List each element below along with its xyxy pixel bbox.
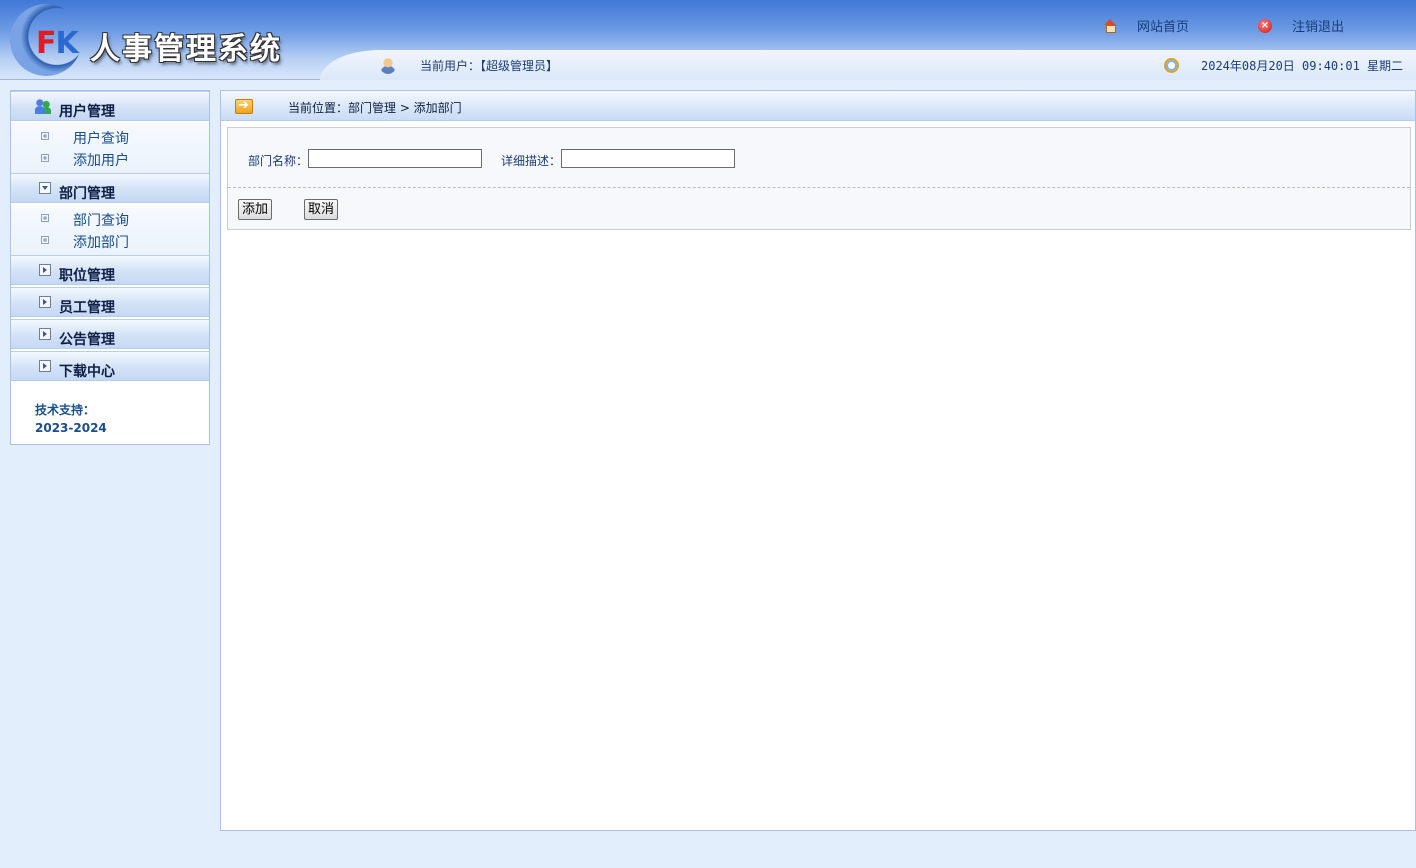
menu-group-label: 公告管理 — [59, 332, 115, 348]
chevron-right-icon — [39, 360, 51, 372]
arrow-right-icon — [235, 98, 253, 114]
sidebar-item-label: 添加部门 — [73, 235, 129, 251]
sidebar-item-add-dept[interactable]: 添加部门 — [11, 229, 209, 251]
dept-desc-label: 详细描述： — [501, 154, 562, 168]
menu-group-departments[interactable]: 部门管理 — [11, 173, 209, 203]
add-button[interactable]: 添加 — [238, 199, 273, 220]
dept-desc-input[interactable] — [561, 149, 735, 168]
bullet-icon — [41, 236, 49, 244]
close-icon: × — [1258, 18, 1272, 33]
main-panel: 当前位置：部门管理 > 添加部门 部门名称： 详细描述： 添加 取消 — [220, 90, 1416, 831]
tech-support-label: 技术支持： — [35, 403, 96, 417]
submenu-departments: 部门查询 添加部门 — [11, 205, 209, 255]
bullet-icon — [41, 154, 49, 162]
logout-link-label: 注销退出 — [1292, 20, 1345, 35]
menu-group-label: 员工管理 — [59, 300, 115, 316]
menu-group-employees[interactable]: 员工管理 — [11, 287, 209, 317]
current-user-info: 当前用户：【超级管理员】 — [380, 57, 558, 74]
user-icon — [380, 57, 396, 74]
bullet-icon — [41, 132, 49, 140]
bullet-icon — [41, 214, 49, 222]
sidebar-item-user-query[interactable]: 用户查询 — [11, 125, 209, 147]
tech-support: 技术支持： 2023-2024 — [35, 401, 107, 437]
dept-name-input[interactable] — [308, 149, 482, 168]
header-bar: FK 人事管理系统 网站首页 × 注销退出 当前用户：【超级管理员】 2024年… — [0, 0, 1416, 80]
sidebar-item-add-user[interactable]: 添加用户 — [11, 147, 209, 169]
home-link[interactable]: 网站首页 — [1103, 16, 1189, 35]
submenu-users: 用户查询 添加用户 — [11, 123, 209, 173]
app-title: 人事管理系统 — [90, 32, 282, 67]
datetime-label: 2024年08月20日 09:40:01 星期二 — [1201, 59, 1404, 73]
datetime-info: 2024年08月20日 09:40:01 星期二 — [1164, 57, 1403, 74]
menu-group-label: 下载中心 — [59, 364, 115, 380]
home-icon — [1103, 18, 1117, 33]
chevron-down-icon — [39, 182, 51, 194]
app-logo: FK 人事管理系统 — [8, 4, 308, 78]
menu-group-downloads[interactable]: 下载中心 — [11, 351, 209, 381]
sidebar-item-dept-query[interactable]: 部门查询 — [11, 207, 209, 229]
menu-group-notices[interactable]: 公告管理 — [11, 319, 209, 349]
sidebar-item-label: 用户查询 — [73, 131, 129, 147]
home-link-label: 网站首页 — [1137, 20, 1190, 35]
menu-group-label: 部门管理 — [59, 186, 115, 202]
logo-letter-k: K — [55, 26, 79, 61]
logo-letter-f: F — [36, 26, 56, 61]
breadcrumb-bar: 当前位置：部门管理 > 添加部门 — [221, 91, 1415, 121]
sidebar: 用户管理 用户查询 添加用户 部门管理 部门查询 添加部门 职位管理 员工管理 — [10, 90, 210, 445]
current-user-label: 当前用户：【超级管理员】 — [420, 59, 559, 73]
sidebar-item-label: 添加用户 — [73, 153, 129, 169]
menu-group-label: 职位管理 — [59, 268, 115, 284]
clock-icon — [1164, 58, 1179, 73]
chevron-right-icon — [39, 328, 51, 340]
menu-group-positions[interactable]: 职位管理 — [11, 255, 209, 285]
logo-mark: FK — [36, 26, 79, 61]
cancel-button[interactable]: 取消 — [304, 199, 339, 220]
sidebar-item-label: 部门查询 — [73, 213, 129, 229]
logout-link[interactable]: × 注销退出 — [1258, 16, 1344, 35]
users-icon — [35, 98, 51, 114]
menu-group-label: 用户管理 — [59, 104, 115, 120]
add-department-form: 部门名称： 详细描述： 添加 取消 — [227, 127, 1411, 230]
chevron-right-icon — [39, 296, 51, 308]
menu-group-users[interactable]: 用户管理 — [11, 91, 209, 121]
form-fields-row: 部门名称： 详细描述： — [228, 128, 1410, 188]
chevron-right-icon — [39, 264, 51, 276]
dept-name-label: 部门名称： — [248, 154, 309, 168]
breadcrumb: 当前位置：部门管理 > 添加部门 — [288, 101, 462, 115]
tech-support-years: 2023-2024 — [35, 421, 107, 435]
